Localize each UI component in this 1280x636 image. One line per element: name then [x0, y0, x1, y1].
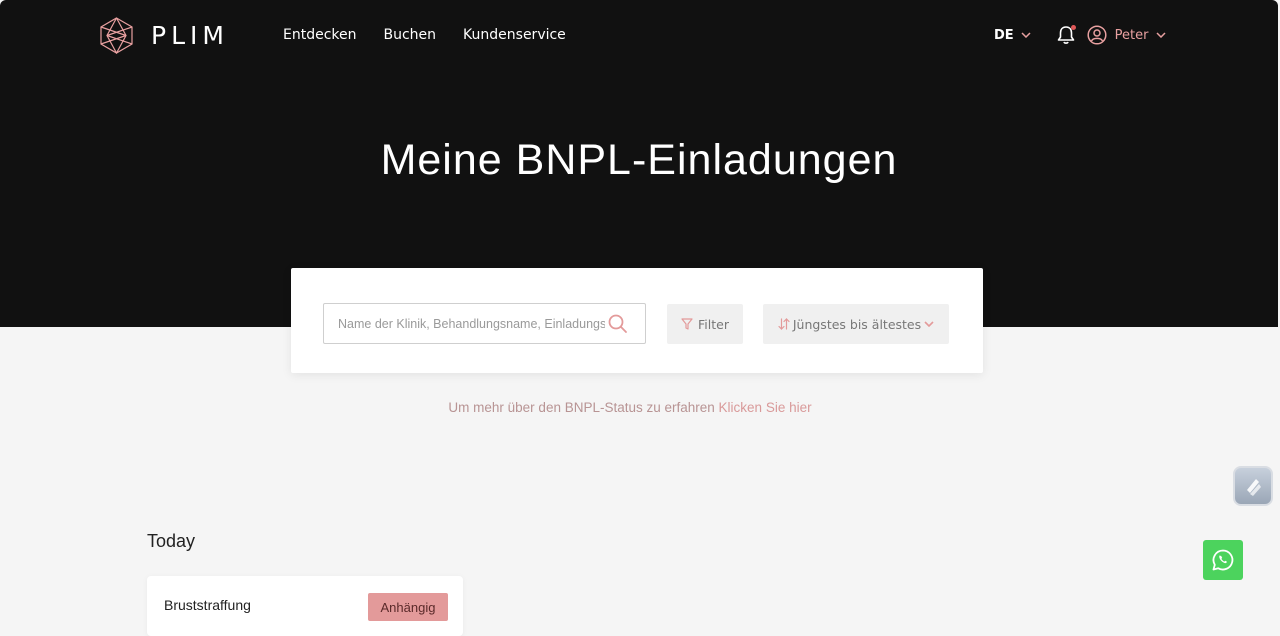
language-selector[interactable]: DE [994, 28, 1031, 43]
chevron-down-icon [924, 321, 934, 327]
search-toolbar-card: Filter Jüngstes bis ältestes [291, 268, 983, 373]
chevron-down-icon [1021, 32, 1031, 38]
info-link[interactable]: Klicken Sie hier [719, 400, 812, 415]
notification-dot [1070, 25, 1076, 30]
search-icon[interactable] [607, 313, 629, 335]
sort-dropdown[interactable]: Jüngstes bis ältestes [763, 304, 949, 344]
whatsapp-button[interactable] [1203, 540, 1243, 580]
floating-widget-button[interactable] [1233, 466, 1273, 506]
invitation-title: Bruststraffung [164, 597, 251, 613]
invitation-card[interactable]: Bruststraffung Anhängig [147, 576, 463, 636]
bnpl-status-info: Um mehr über den BNPL-Status zu erfahren… [0, 400, 1260, 415]
brand-logo[interactable]: PLIM [99, 17, 229, 54]
top-navigation: PLIM Entdecken Buchen Kundenservice DE P… [0, 0, 1278, 72]
nav-item-buchen[interactable]: Buchen [384, 27, 437, 43]
user-name: Peter [1114, 27, 1149, 43]
brand-name: PLIM [151, 21, 229, 50]
language-label: DE [994, 27, 1014, 43]
filter-label: Filter [698, 316, 729, 332]
status-badge: Anhängig [368, 593, 448, 621]
nav-item-kundenservice[interactable]: Kundenservice [463, 27, 566, 43]
info-text: Um mehr über den BNPL-Status zu erfahren [448, 400, 719, 415]
page-title: Meine BNPL-Einladungen [380, 136, 898, 184]
notifications-button[interactable] [1055, 24, 1077, 46]
sort-arrows-icon [778, 318, 790, 330]
sort-label: Jüngstes bis ältestes [792, 316, 922, 332]
filter-icon [681, 318, 693, 330]
whatsapp-icon [1212, 549, 1234, 571]
widget-icon [1247, 479, 1261, 496]
search-box [323, 303, 646, 344]
search-input[interactable] [336, 315, 607, 332]
user-avatar-icon [1087, 25, 1107, 45]
group-heading: Today [147, 531, 196, 551]
filter-button[interactable]: Filter [667, 304, 743, 344]
user-menu[interactable]: Peter [1087, 25, 1166, 45]
main-menu: Entdecken Buchen Kundenservice [283, 27, 593, 43]
diamond-logo-icon [100, 17, 133, 54]
nav-right-controls: DE Peter [994, 24, 1166, 46]
chevron-down-icon [1155, 32, 1166, 38]
nav-item-entdecken[interactable]: Entdecken [283, 27, 357, 43]
